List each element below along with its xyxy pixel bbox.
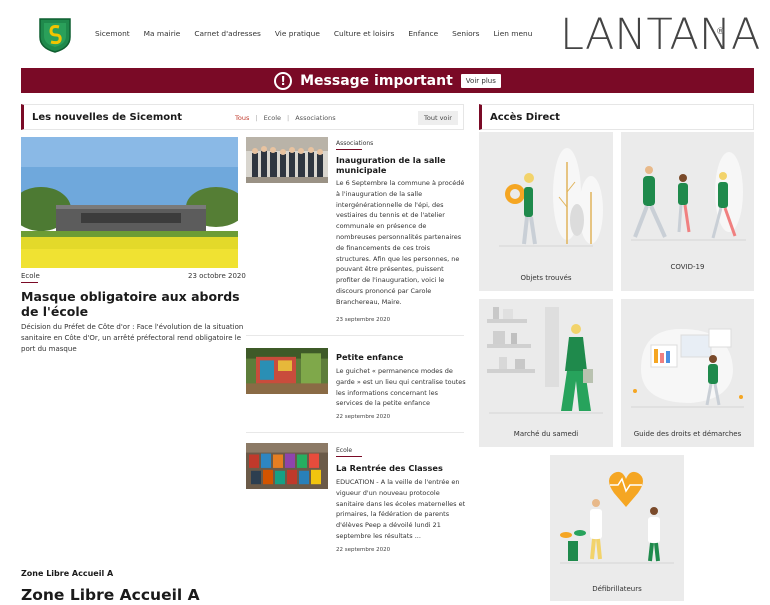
see-more-button[interactable]: Voir plus: [460, 73, 501, 88]
filter-all[interactable]: Tous: [235, 114, 249, 122]
tile-covid[interactable]: COVID-19: [621, 132, 754, 291]
featured-title[interactable]: Masque obligatoire aux abords de l'école: [21, 289, 246, 319]
covid-illustration: [631, 152, 746, 241]
tile-label: Guide des droits et démarches: [633, 430, 742, 438]
nav-item-seniors[interactable]: Seniors: [452, 29, 479, 38]
defibrillator-illustration: [560, 471, 674, 564]
article-date: 22 septembre 2020: [336, 414, 391, 420]
category-underline: [336, 149, 362, 150]
article-image-rentree[interactable]: [246, 443, 328, 489]
main-nav: Sicemont Ma mairie Carnet d'adresses Vie…: [95, 29, 546, 38]
article-category[interactable]: Ecole: [336, 447, 352, 454]
article-category[interactable]: Associations: [336, 140, 373, 147]
brand-wordmark: LANTANA: [560, 10, 761, 60]
municipality-logo[interactable]: [38, 17, 72, 53]
rights-guide-illustration: [631, 328, 744, 408]
nav-item-ma-mairie[interactable]: Ma mairie: [144, 29, 181, 38]
article-title[interactable]: Petite enfance: [336, 352, 464, 362]
article-image-inauguration[interactable]: [246, 137, 328, 183]
featured-date: 23 octobre 2020: [188, 272, 246, 280]
access-section-title: Accès Direct: [490, 111, 560, 123]
nav-item-lien-menu[interactable]: Lien menu: [494, 29, 533, 38]
article-title[interactable]: Inauguration de la salle municipale: [336, 155, 464, 175]
nav-item-enfance[interactable]: Enfance: [408, 29, 438, 38]
tile-label: COVID-19: [670, 263, 705, 271]
filter-associations[interactable]: Associations: [295, 114, 335, 122]
featured-article-image[interactable]: [21, 137, 238, 268]
filter-ecole[interactable]: Ecole: [264, 114, 281, 122]
article-excerpt: Le guichet « permanence modes de garde »…: [336, 367, 466, 408]
important-message-banner: ! Message important Voir plus: [21, 68, 754, 93]
article-separator: [246, 432, 464, 433]
lost-items-illustration: [499, 148, 603, 247]
see-all-button[interactable]: Tout voir: [418, 111, 458, 125]
access-section-header: Accès Direct: [479, 104, 754, 130]
nav-item-carnet-adresses[interactable]: Carnet d'adresses: [194, 29, 261, 38]
filter-separator: |: [255, 114, 258, 122]
article-excerpt: EDUCATION - A la veille de l'entrée en v…: [336, 478, 466, 540]
tile-lost-items[interactable]: Objets trouvés: [479, 132, 613, 291]
article-excerpt: Le 6 Septembre la commune à procédé à l'…: [336, 179, 465, 306]
featured-excerpt: Décision du Préfet de Côte d'or : Face l…: [21, 323, 244, 353]
article-date: 23 septembre 2020: [336, 317, 391, 323]
article-date: 22 septembre 2020: [336, 547, 391, 553]
nav-item-vie-pratique[interactable]: Vie pratique: [275, 29, 320, 38]
category-underline: [336, 456, 362, 457]
nav-item-sicemont[interactable]: Sicemont: [95, 29, 130, 38]
article-separator: [246, 335, 464, 336]
filter-separator: |: [287, 114, 290, 122]
exclamation-icon: !: [274, 71, 293, 90]
news-section-title: Les nouvelles de Sicemont: [32, 111, 183, 123]
tile-label: Marché du samedi: [513, 430, 579, 438]
tile-label: Défibrillateurs: [592, 585, 642, 593]
article-image-petite-enfance[interactable]: [246, 348, 328, 394]
category-underline: [21, 282, 38, 283]
article-title[interactable]: La Rentrée des Classes: [336, 463, 464, 473]
tile-market[interactable]: Marché du samedi: [479, 299, 613, 447]
zone-libre-subtitle: Zone Libre Accueil A: [21, 569, 114, 578]
nav-item-culture-loisirs[interactable]: Culture et loisirs: [334, 29, 394, 38]
news-filters: Tous | Ecole | Associations: [235, 114, 336, 122]
market-illustration: [487, 307, 603, 414]
zone-libre-title: Zone Libre Accueil A: [21, 586, 200, 604]
tile-label: Objets trouvés: [520, 274, 572, 282]
tile-rights-guide[interactable]: Guide des droits et démarches: [621, 299, 754, 447]
brand-registered-mark: ®: [716, 27, 725, 37]
tile-defibrillators[interactable]: Défibrillateurs: [550, 455, 684, 601]
alert-title: Message important: [300, 72, 453, 89]
featured-category[interactable]: Ecole: [21, 272, 40, 280]
